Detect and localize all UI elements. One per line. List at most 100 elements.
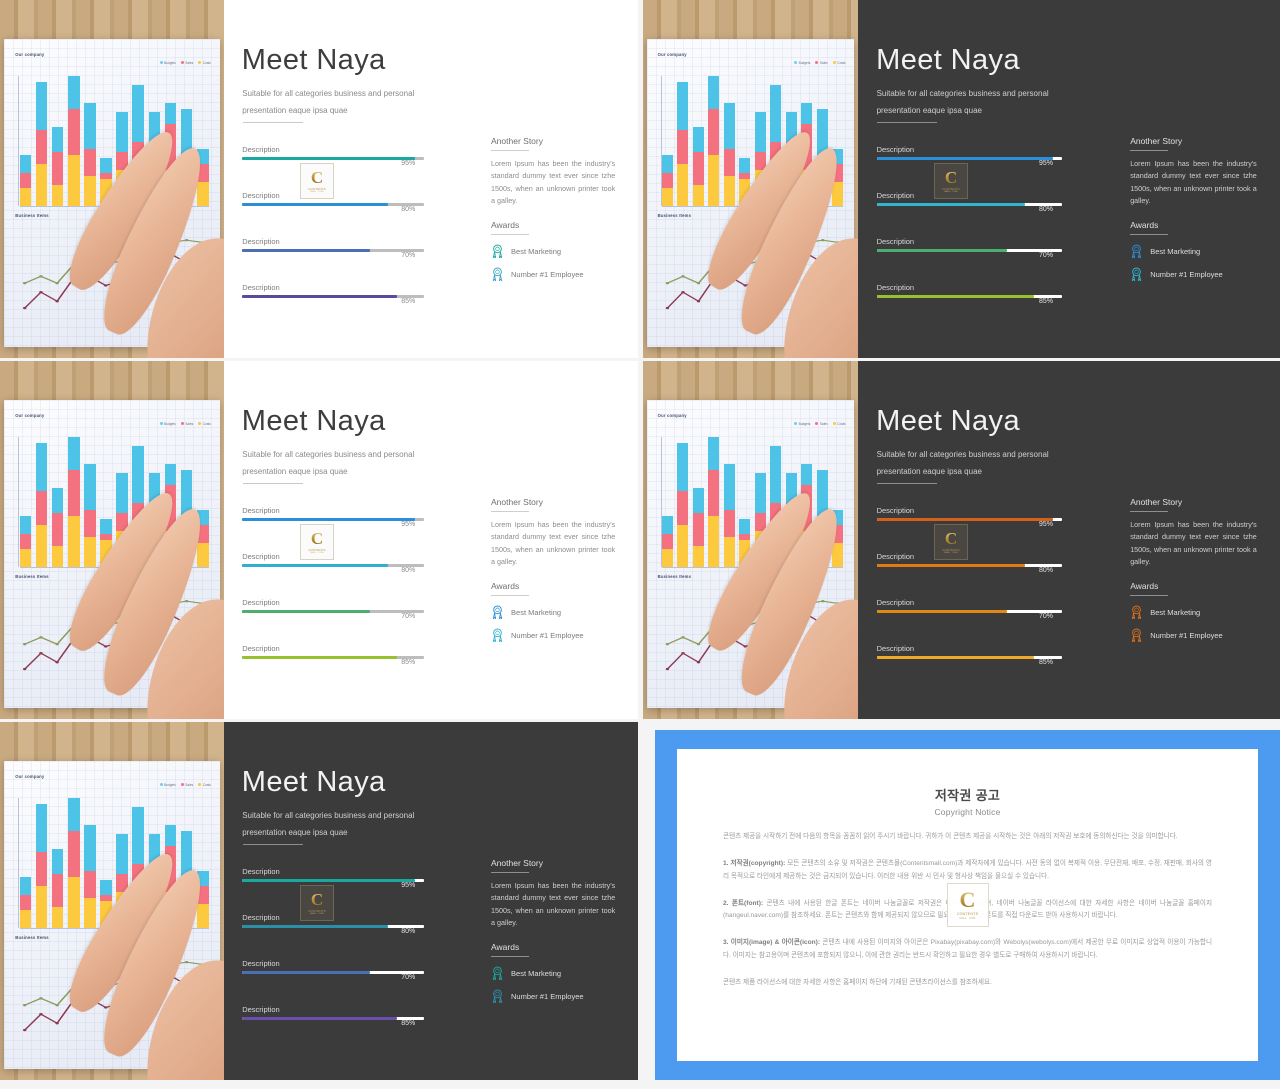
- progress-track[interactable]: [876, 157, 1063, 161]
- slide-4[interactable]: Our company Business Items Budgets Sales C…: [643, 361, 1280, 719]
- bar-column: [100, 798, 112, 928]
- story-heading: Another Story: [1130, 136, 1183, 146]
- logo-sub: MALL . COM: [310, 552, 324, 555]
- bar-segment: [754, 151, 766, 170]
- award-item[interactable]: Number #1 Employee: [491, 627, 615, 643]
- bar-segment: [708, 515, 720, 567]
- bar-segment: [677, 443, 689, 492]
- bar-column: [661, 437, 673, 567]
- progress-track[interactable]: [876, 518, 1063, 522]
- contents-logo-badge: C CONTENTS MALL . COM: [300, 524, 334, 560]
- bar-segment: [51, 512, 64, 546]
- progress-track[interactable]: [242, 295, 425, 299]
- bar-segment: [180, 470, 193, 519]
- progress-track[interactable]: [876, 656, 1063, 660]
- story-body: Lorem Ipsum has been the industry's stan…: [491, 881, 616, 928]
- award-item[interactable]: Best Marketing: [1130, 243, 1257, 259]
- bar-segment: [661, 533, 673, 549]
- line-point: [169, 613, 173, 617]
- bar-segment: [84, 897, 96, 928]
- award-item[interactable]: Best Marketing: [1130, 604, 1257, 620]
- bar-column: [67, 437, 80, 567]
- bar-segment: [132, 172, 145, 206]
- copyright-notice-slide[interactable]: 저작권 공고 Copyright Notice 콘텐츠 제공을 시작하기 전에 …: [655, 730, 1280, 1080]
- bar-segment: [116, 169, 128, 206]
- progress-track[interactable]: [242, 925, 425, 929]
- bar-segment: [67, 876, 80, 928]
- progress-track[interactable]: [242, 564, 425, 568]
- line-point: [201, 992, 205, 996]
- bar-segment: [67, 437, 80, 471]
- bar-segment: [164, 124, 177, 170]
- progress-track[interactable]: [242, 157, 425, 161]
- progress-fill: [876, 249, 1007, 253]
- progress-fill: [876, 295, 1035, 299]
- line-point: [104, 625, 108, 628]
- award-item[interactable]: Best Marketing: [491, 965, 615, 981]
- bar-segment: [116, 112, 128, 152]
- progress-track[interactable]: [242, 610, 425, 614]
- award-ribbon-icon: [492, 965, 503, 980]
- progress-track[interactable]: [876, 295, 1063, 299]
- bar-segment: [739, 157, 751, 173]
- chart-legend: Budgets Sales Costs: [794, 422, 845, 426]
- bar-segment: [832, 542, 844, 567]
- bar-segment: [801, 103, 813, 125]
- bar-segment: [832, 148, 844, 164]
- progress-row: Description 70%: [876, 237, 1063, 259]
- progress-track[interactable]: [876, 564, 1063, 568]
- progress-track[interactable]: [242, 203, 425, 207]
- progress-fill: [876, 518, 1053, 522]
- progress-track[interactable]: [876, 610, 1063, 614]
- bar-column: [739, 76, 751, 206]
- slide-2[interactable]: Our company Business Items Budgets Sales C…: [643, 0, 1280, 358]
- award-item[interactable]: Number #1 Employee: [491, 266, 615, 282]
- bar-column: [196, 76, 209, 206]
- progress-percent: 95%: [1038, 160, 1053, 167]
- line-point: [774, 647, 778, 651]
- contents-logo-badge: C CONTENTS MALL . COM: [300, 885, 334, 921]
- award-item[interactable]: Best Marketing: [491, 604, 615, 620]
- contents-logo-watermark: C CONTENTS MALL . COM: [946, 883, 989, 927]
- bar-segment: [164, 464, 177, 486]
- slide-3[interactable]: Our company Business Items Budgets Sales C…: [0, 361, 638, 719]
- award-item[interactable]: Number #1 Employee: [1130, 266, 1257, 282]
- bar-segment: [132, 85, 145, 143]
- slide-1[interactable]: Our company Business Items Budgets Sales C…: [0, 0, 638, 358]
- line-point: [665, 643, 669, 646]
- progress-track[interactable]: [242, 879, 425, 883]
- bar-column: [180, 76, 193, 206]
- bar-segment: [19, 876, 32, 895]
- bar-segment: [180, 109, 193, 158]
- progress-track[interactable]: [242, 971, 425, 975]
- progress-track[interactable]: [876, 203, 1063, 207]
- progress-track[interactable]: [242, 656, 425, 660]
- award-item[interactable]: Number #1 Employee: [1130, 627, 1257, 643]
- bar-column: [677, 437, 689, 567]
- bar-column: [801, 437, 813, 567]
- bar-column: [148, 437, 161, 567]
- award-item[interactable]: Best Marketing: [491, 243, 615, 259]
- legend-swatch: [159, 422, 163, 426]
- subtitle-line-1: Suitable for all categories business and…: [242, 450, 415, 459]
- subtitle-underline: [876, 122, 937, 123]
- line-point: [39, 636, 44, 639]
- progress-track[interactable]: [242, 1017, 425, 1021]
- slide-5[interactable]: Our company Business Items Budgets Sales C…: [0, 722, 638, 1080]
- story-heading-rule: [1130, 150, 1169, 151]
- progress-fill: [876, 656, 1035, 660]
- bar-column: [770, 76, 782, 206]
- progress-track[interactable]: [242, 249, 425, 253]
- line-point: [789, 607, 794, 610]
- bar-segment: [196, 181, 209, 206]
- bar-segment: [19, 894, 32, 910]
- line-point: [774, 611, 778, 614]
- progress-track[interactable]: [876, 249, 1063, 253]
- award-label: Number #1 Employee: [511, 630, 584, 640]
- bar-column: [84, 76, 96, 206]
- progress-track[interactable]: [242, 518, 425, 522]
- bar-segment: [148, 112, 161, 143]
- line-point: [152, 627, 157, 630]
- award-item[interactable]: Number #1 Employee: [491, 988, 615, 1004]
- photo-bar-chart: [19, 437, 209, 567]
